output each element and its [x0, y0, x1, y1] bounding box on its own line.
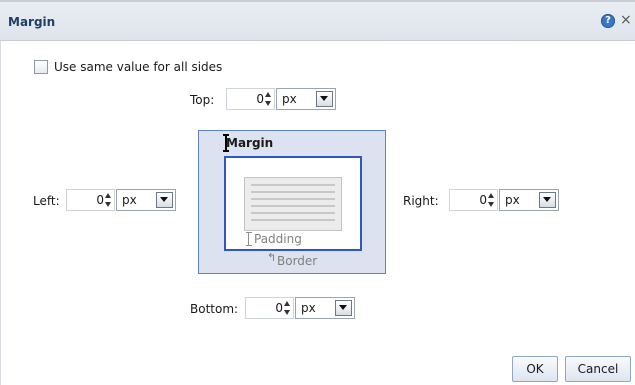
- top-unit-select[interactable]: px: [276, 88, 336, 110]
- border-diagram-label: Border: [277, 254, 318, 268]
- content-line: [251, 198, 335, 200]
- chevron-down-icon[interactable]: [156, 192, 173, 208]
- chevron-down-icon[interactable]: [335, 300, 352, 316]
- close-icon[interactable]: ×: [620, 11, 632, 29]
- same-value-checkbox[interactable]: [34, 60, 48, 74]
- bottom-spinner[interactable]: [284, 300, 292, 316]
- padding-arrow-icon: [246, 232, 252, 246]
- spin-down-icon[interactable]: [284, 310, 290, 315]
- bottom-value-input[interactable]: 0: [245, 297, 294, 319]
- right-value-input[interactable]: 0: [449, 189, 498, 211]
- right-label: Right:: [403, 194, 439, 208]
- spin-up-icon[interactable]: [284, 301, 290, 306]
- content-line: [251, 219, 335, 221]
- border-box: Padding: [224, 156, 362, 251]
- box-model-diagram: Margin Padding ↰ Border: [198, 130, 386, 274]
- spin-down-icon[interactable]: [265, 101, 271, 106]
- bottom-label: Bottom:: [190, 302, 239, 316]
- top-label: Top:: [190, 93, 215, 107]
- left-edge: [0, 41, 1, 385]
- ok-button[interactable]: OK: [512, 356, 558, 382]
- help-icon[interactable]: ?: [601, 14, 615, 28]
- spin-up-icon[interactable]: [265, 92, 271, 97]
- border-arrow-icon: ↰: [267, 251, 277, 264]
- top-spinner[interactable]: [265, 91, 273, 107]
- top-value-input[interactable]: 0: [226, 88, 275, 110]
- left-unit-select[interactable]: px: [116, 189, 176, 211]
- content-line: [251, 191, 335, 193]
- content-line: [251, 212, 335, 214]
- chevron-down-icon[interactable]: [539, 192, 556, 208]
- spin-down-icon[interactable]: [488, 202, 494, 207]
- same-value-label[interactable]: Use same value for all sides: [54, 60, 222, 74]
- spin-down-icon[interactable]: [105, 202, 111, 207]
- spin-up-icon[interactable]: [105, 193, 111, 198]
- spin-up-icon[interactable]: [488, 193, 494, 198]
- cancel-button[interactable]: Cancel: [565, 356, 631, 382]
- content-preview: [244, 177, 342, 231]
- right-spinner[interactable]: [488, 192, 496, 208]
- chevron-down-icon[interactable]: [316, 91, 333, 107]
- margin-dialog: Margin ? × Use same value for all sides …: [0, 0, 635, 385]
- left-value-input[interactable]: 0: [66, 189, 115, 211]
- padding-diagram-label: Padding: [254, 232, 302, 246]
- content-line: [251, 184, 335, 186]
- right-unit-select[interactable]: px: [499, 189, 559, 211]
- left-spinner[interactable]: [105, 192, 113, 208]
- content-line: [251, 205, 335, 207]
- left-label: Left:: [33, 194, 60, 208]
- bottom-unit-select[interactable]: px: [295, 297, 355, 319]
- title-bar[interactable]: Margin ? ×: [0, 2, 635, 41]
- margin-diagram-label: Margin: [226, 136, 274, 150]
- dialog-title: Margin: [8, 15, 56, 29]
